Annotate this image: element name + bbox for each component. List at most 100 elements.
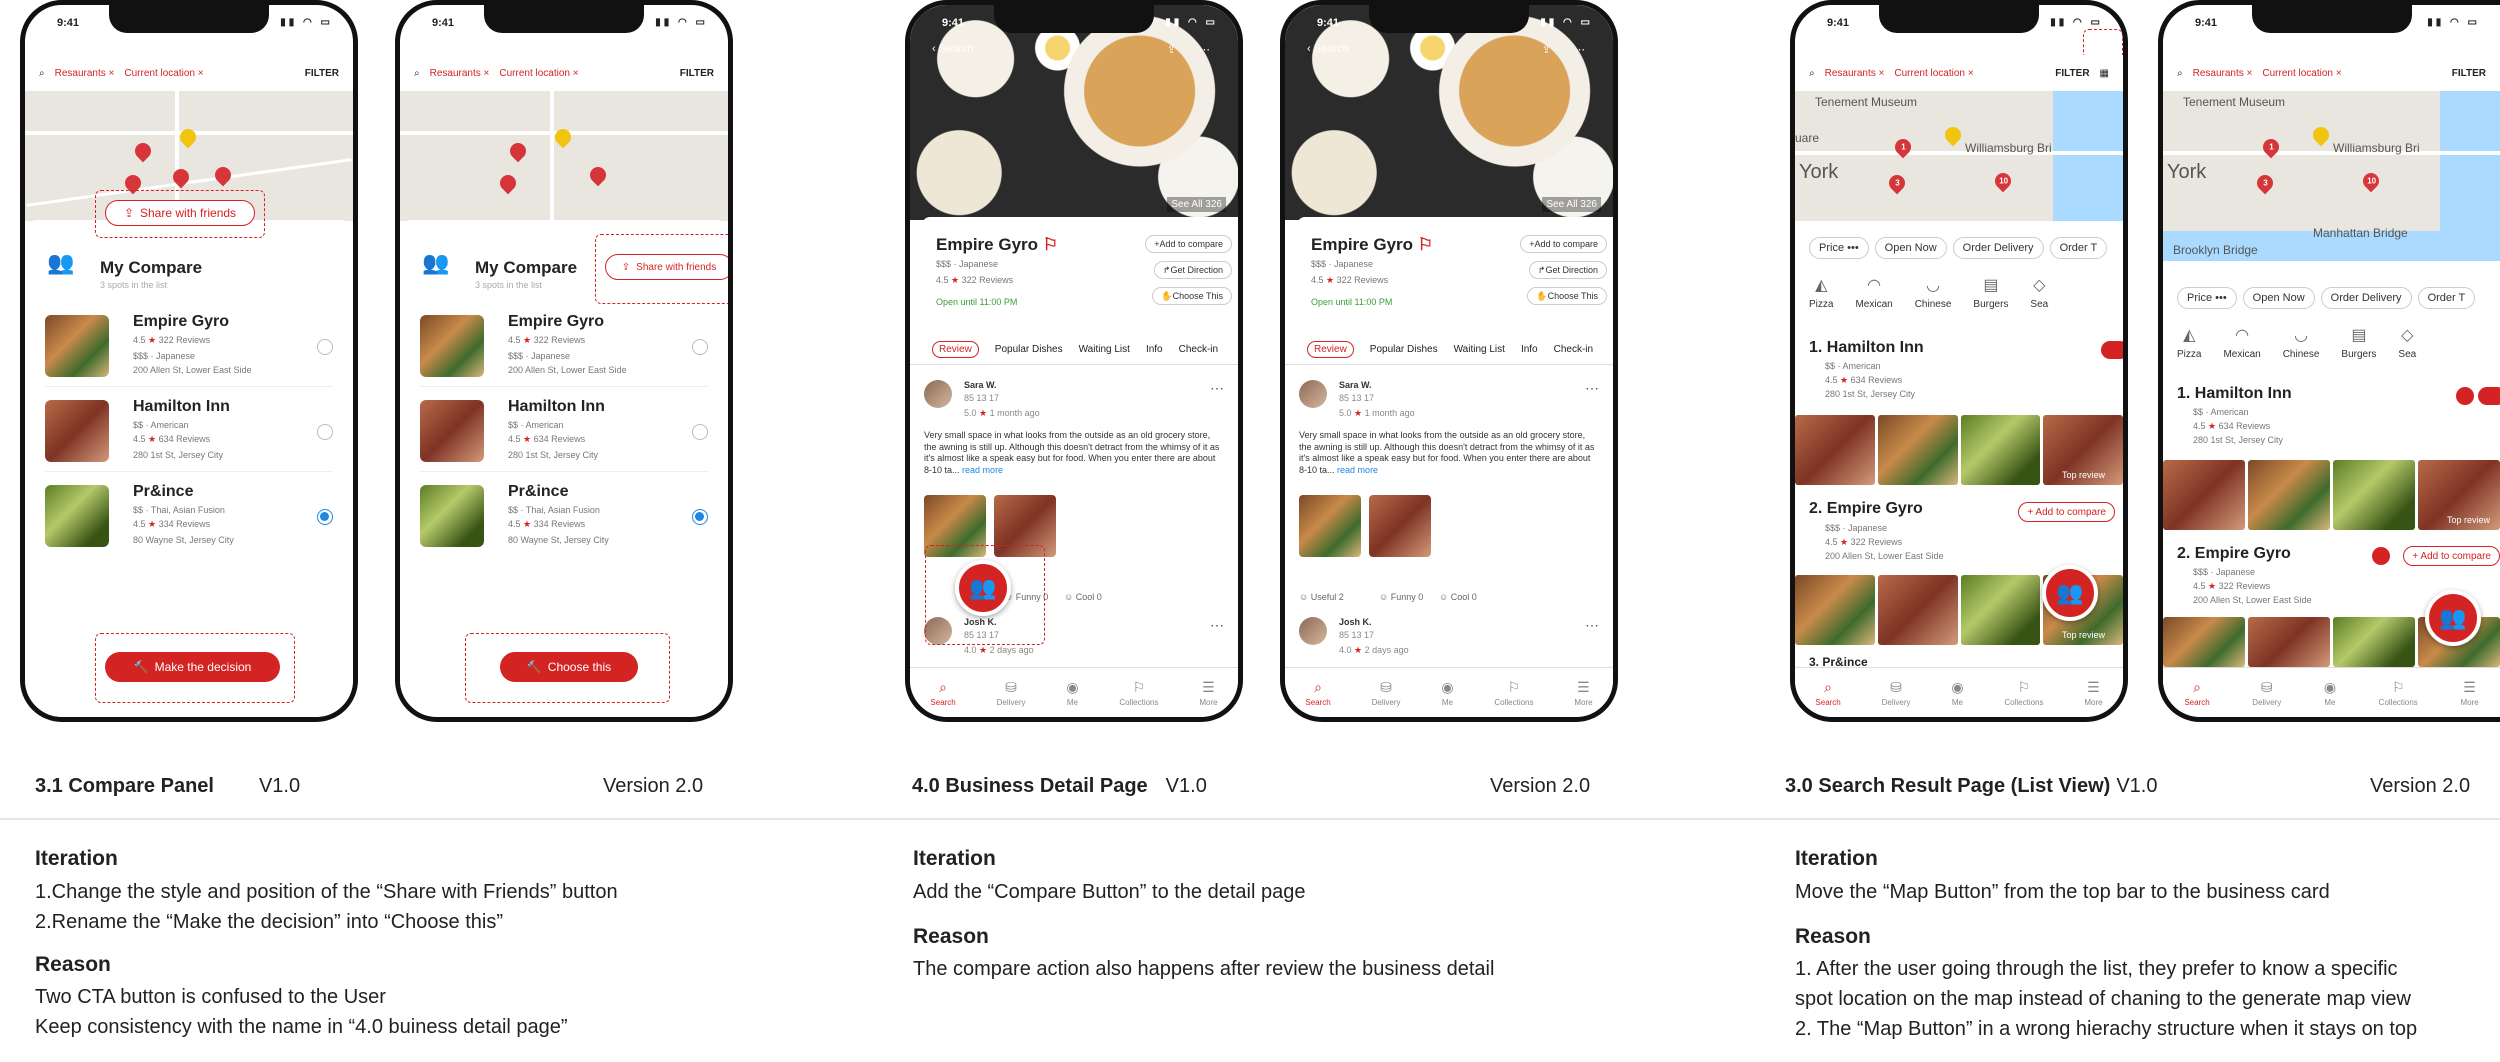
back-button[interactable]: ‹ Search [1307,43,1349,55]
tab-search[interactable]: ⌕ Search [1815,679,1840,707]
share-more-icons[interactable]: ⇪ ⋯ [1167,43,1220,56]
tab-check-in[interactable]: Check-in [1179,344,1218,355]
result-name[interactable]: 2. Empire Gyro [2177,545,2291,563]
more-icon[interactable]: ⋯ [1210,617,1224,634]
bookmark-icon[interactable]: ⚐ [1043,235,1058,254]
map-pin[interactable] [211,163,235,187]
tab-search[interactable]: ⌕ Search [930,679,955,707]
tab-popular-dishes[interactable]: Popular Dishes [995,344,1063,355]
get-direction-button[interactable]: ↱ Get Direction [1528,261,1607,279]
tab-more[interactable]: ☰ More [1199,679,1217,707]
cat-pizza[interactable]: ◭ Pizza [2177,325,2201,360]
compare-item[interactable]: Empire Gyro 4.5 ★ 322 Reviews $$$ · Japa… [420,305,708,387]
chip-restaurants[interactable]: Resaurants × [1825,68,1885,79]
order-takeout-pill[interactable]: Order T [2049,237,2108,259]
cat-chinese[interactable]: ◡ Chinese [2283,325,2320,360]
result-name[interactable]: 1. Hamilton Inn [2177,385,2292,403]
search-icon[interactable]: ⌕ [39,68,45,79]
chip-location[interactable]: Current location × [499,68,578,79]
map-toggle-icon[interactable]: ▦ [2100,68,2109,79]
map-pin[interactable] [176,125,200,149]
tab-collections[interactable]: ⚐ Collections [1119,679,1158,707]
tab-review[interactable]: Review [932,341,979,358]
cat-mexican[interactable]: ◠ Mexican [2223,325,2260,360]
map[interactable]: Tenement Museum Williamsburg Bri York Ma… [2163,91,2500,261]
map-pin[interactable] [1941,123,1965,147]
map-pin[interactable]: 10 [2359,169,2383,193]
filter-button[interactable]: FILTER [305,68,339,79]
chip-location[interactable]: Current location × [124,68,203,79]
share-more-icons[interactable]: ⇪ ⋯ [1542,43,1595,56]
compare-item[interactable]: Hamilton Inn $$ · American 4.5 ★ 634 Rev… [45,390,333,472]
see-all-photos[interactable]: See All 326 [1542,197,1601,212]
compare-item[interactable]: Pr&ince $$ · Thai, Asian Fusion 4.5 ★ 33… [45,475,333,557]
compare-toggle[interactable] [2478,387,2500,405]
bookmark-icon[interactable]: ⚐ [1418,235,1433,254]
read-more-link[interactable]: read more [962,465,1003,475]
compare-item[interactable]: Hamilton Inn $$ · American 4.5 ★ 634 Rev… [420,390,708,472]
cat-burgers[interactable]: ▤ Burgers [2341,325,2376,360]
compare-item[interactable]: Empire Gyro 4.5 ★ 322 Reviews $$$ · Japa… [45,305,333,387]
add-to-compare-button[interactable]: + Add to compare [2403,546,2500,566]
tab-me[interactable]: ◉ Me [1066,679,1078,707]
filter-button[interactable]: FILTER [680,68,714,79]
price-pill[interactable]: Price ••• [1809,237,1869,259]
tab-collections[interactable]: ⚐ Collections [1494,679,1533,707]
map-pin[interactable] [586,163,610,187]
tab-search[interactable]: ⌕ Search [1305,679,1330,707]
tab-more[interactable]: ☰ More [2460,679,2478,707]
select-radio[interactable] [692,509,708,525]
map-pin[interactable] [2309,123,2333,147]
more-icon[interactable]: ⋯ [1210,380,1224,397]
chip-restaurants[interactable]: Resaurants × [430,68,490,79]
tab-delivery[interactable]: ⛁ Delivery [1882,679,1911,707]
more-icon[interactable]: ⋯ [1585,380,1599,397]
map-pin[interactable]: 3 [2253,171,2277,195]
get-direction-button[interactable]: ↱ Get Direction [1153,261,1232,279]
tab-info[interactable]: Info [1521,344,1538,355]
read-more-link[interactable]: read more [1337,465,1378,475]
search-icon[interactable]: ⌕ [1809,68,1815,79]
tab-info[interactable]: Info [1146,344,1163,355]
cat-chinese[interactable]: ◡ Chinese [1915,275,1952,310]
add-to-compare-button[interactable]: + Add to compare [1520,235,1607,253]
map[interactable] [400,91,728,221]
tab-popular-dishes[interactable]: Popular Dishes [1370,344,1438,355]
tab-collections[interactable]: ⚐ Collections [2004,679,2043,707]
filter-button[interactable]: FILTER [2452,68,2486,79]
select-radio[interactable] [317,509,333,525]
tab-check-in[interactable]: Check-in [1554,344,1593,355]
tab-waiting-list[interactable]: Waiting List [1454,344,1505,355]
tab-delivery[interactable]: ⛁ Delivery [1372,679,1401,707]
map-button[interactable] [2456,387,2474,405]
chip-restaurants[interactable]: Resaurants × [2193,68,2253,79]
cat-seafood[interactable]: ◇ Sea [2030,275,2048,310]
tab-me[interactable]: ◉ Me [1951,679,1963,707]
map-pin[interactable] [496,171,520,195]
tab-me[interactable]: ◉ Me [2324,679,2336,707]
cat-burgers[interactable]: ▤ Burgers [1973,275,2008,310]
tab-delivery[interactable]: ⛁ Delivery [2252,679,2281,707]
search-icon[interactable]: ⌕ [414,68,420,79]
choose-this-button[interactable]: ✋ Choose This [1527,287,1607,305]
select-radio[interactable] [692,424,708,440]
more-icon[interactable]: ⋯ [1585,617,1599,634]
map[interactable]: Tenement Museum Williamsburg Bri York ua… [1795,91,2123,221]
tab-search[interactable]: ⌕ Search [2184,679,2209,707]
review-photo[interactable] [1299,495,1361,557]
compare-fab-button[interactable]: 👥 [2425,590,2481,646]
tab-more[interactable]: ☰ More [2084,679,2102,707]
tab-delivery[interactable]: ⛁ Delivery [997,679,1026,707]
cat-seafood[interactable]: ◇ Sea [2398,325,2416,360]
result-name[interactable]: 1. Hamilton Inn [1809,339,1924,357]
compare-fab-button[interactable]: 👥 [2042,565,2098,621]
add-to-compare-button[interactable]: + Add to compare [1145,235,1232,253]
chip-location[interactable]: Current location × [1894,68,1973,79]
select-radio[interactable] [692,339,708,355]
see-all-photos[interactable]: See All 326 [1167,197,1226,212]
tab-waiting-list[interactable]: Waiting List [1079,344,1130,355]
select-radio[interactable] [317,424,333,440]
price-pill[interactable]: Price ••• [2177,287,2237,309]
filter-button[interactable]: FILTER [2055,68,2089,79]
chip-location[interactable]: Current location × [2262,68,2341,79]
